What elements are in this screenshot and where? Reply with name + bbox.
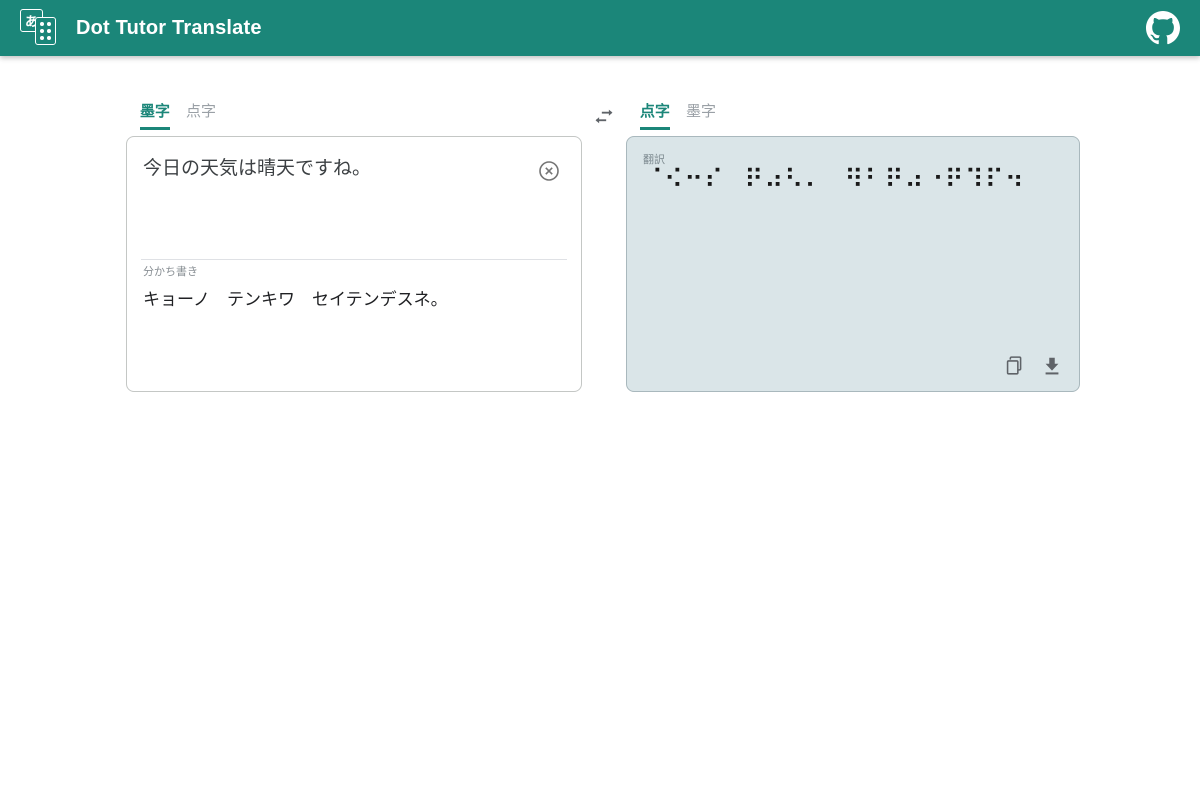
source-card: 今日の天気は晴天ですね。 分かち書き キョーノ テンキワ セイテンデスネ。	[126, 136, 582, 392]
source-tab-tenji[interactable]: 点字	[186, 100, 216, 130]
github-link[interactable]	[1146, 11, 1180, 45]
copy-icon	[1003, 355, 1025, 377]
source-text-input[interactable]: 今日の天気は晴天ですね。	[127, 137, 581, 237]
braille-card-icon	[35, 17, 56, 45]
source-tab-bokuji[interactable]: 墨字	[140, 100, 170, 130]
download-icon	[1041, 355, 1063, 377]
wakachigaki-block: 分かち書き キョーノ テンキワ セイテンデスネ。	[143, 263, 565, 310]
swap-horizontal-icon	[591, 104, 617, 130]
app-header: あ Dot Tutor Translate	[0, 0, 1200, 56]
source-tabs: 墨字 点字	[126, 100, 582, 136]
output-actions	[1003, 355, 1063, 377]
main-content: 墨字 点字 今日の天気は晴天ですね。 分かち書き キョーノ テンキワ セイテンデ…	[0, 56, 1200, 392]
wakachigaki-label: 分かち書き	[143, 263, 565, 279]
braille-output-text: ⠈⠪⠒⠎⠀⠟⠴⠣⠄⠀⠻⠃⠟⠴⠐⠟⠹⠏⠲	[644, 165, 1063, 196]
target-tab-tenji[interactable]: 点字	[640, 100, 670, 130]
clear-circle-icon	[537, 159, 561, 183]
target-tabs: 点字 墨字	[626, 100, 1080, 136]
source-panel: 墨字 点字 今日の天気は晴天ですね。 分かち書き キョーノ テンキワ セイテンデ…	[126, 100, 582, 392]
app-logo: あ	[20, 7, 64, 49]
divider	[141, 259, 567, 260]
wakachigaki-text: キョーノ テンキワ セイテンデスネ。	[143, 285, 565, 310]
github-icon	[1146, 11, 1180, 45]
swap-direction-button[interactable]	[591, 104, 617, 130]
target-tab-bokuji[interactable]: 墨字	[686, 100, 716, 130]
clear-input-button[interactable]	[537, 159, 561, 183]
translation-card: 翻訳 ⠈⠪⠒⠎⠀⠟⠴⠣⠄⠀⠻⠃⠟⠴⠐⠟⠹⠏⠲	[626, 136, 1080, 392]
copy-button[interactable]	[1003, 355, 1025, 377]
swap-column	[582, 100, 626, 392]
download-button[interactable]	[1041, 355, 1063, 377]
target-panel: 点字 墨字 翻訳 ⠈⠪⠒⠎⠀⠟⠴⠣⠄⠀⠻⠃⠟⠴⠐⠟⠹⠏⠲	[626, 100, 1080, 392]
app-title: Dot Tutor Translate	[76, 17, 262, 40]
